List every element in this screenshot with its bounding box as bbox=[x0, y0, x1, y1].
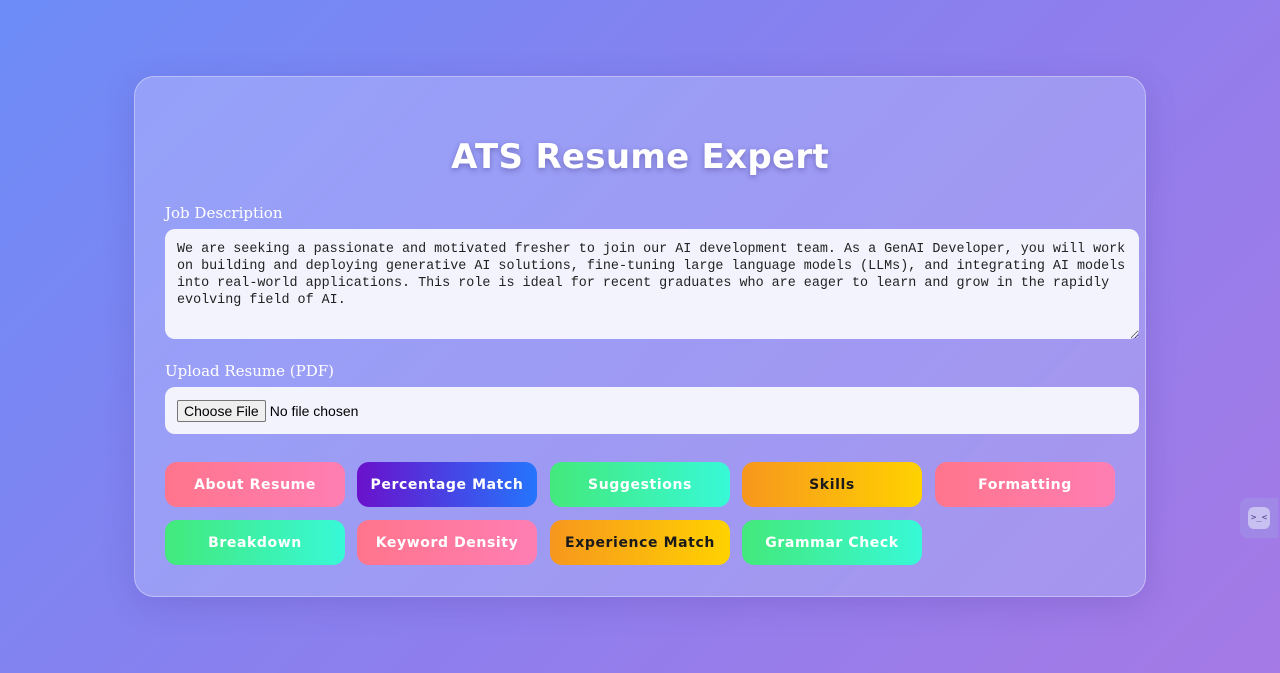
job-description-input[interactable] bbox=[165, 229, 1139, 339]
side-assistant-tab[interactable]: >_< bbox=[1240, 498, 1278, 538]
upload-resume-label: Upload Resume (PDF) bbox=[165, 362, 335, 380]
percentage-match-button[interactable]: Percentage Match bbox=[357, 462, 537, 507]
suggestions-button[interactable]: Suggestions bbox=[550, 462, 730, 507]
breakdown-button[interactable]: Breakdown bbox=[165, 520, 345, 565]
keyword-density-button[interactable]: Keyword Density bbox=[357, 520, 537, 565]
skills-button[interactable]: Skills bbox=[742, 462, 922, 507]
about-resume-button[interactable]: About Resume bbox=[165, 462, 345, 507]
file-status-text: No file chosen bbox=[269, 402, 359, 419]
assistant-face-icon: >_< bbox=[1248, 507, 1270, 529]
job-description-label: Job Description bbox=[165, 204, 283, 222]
experience-match-button[interactable]: Experience Match bbox=[550, 520, 730, 565]
formatting-button[interactable]: Formatting bbox=[935, 462, 1115, 507]
main-card: ATS Resume Expert Job Description Upload… bbox=[134, 76, 1146, 597]
file-upload-field[interactable]: Choose File No file chosen bbox=[165, 387, 1139, 434]
choose-file-button[interactable]: Choose File bbox=[177, 399, 266, 422]
grammar-check-button[interactable]: Grammar Check bbox=[742, 520, 922, 565]
page-title: ATS Resume Expert bbox=[451, 137, 829, 177]
